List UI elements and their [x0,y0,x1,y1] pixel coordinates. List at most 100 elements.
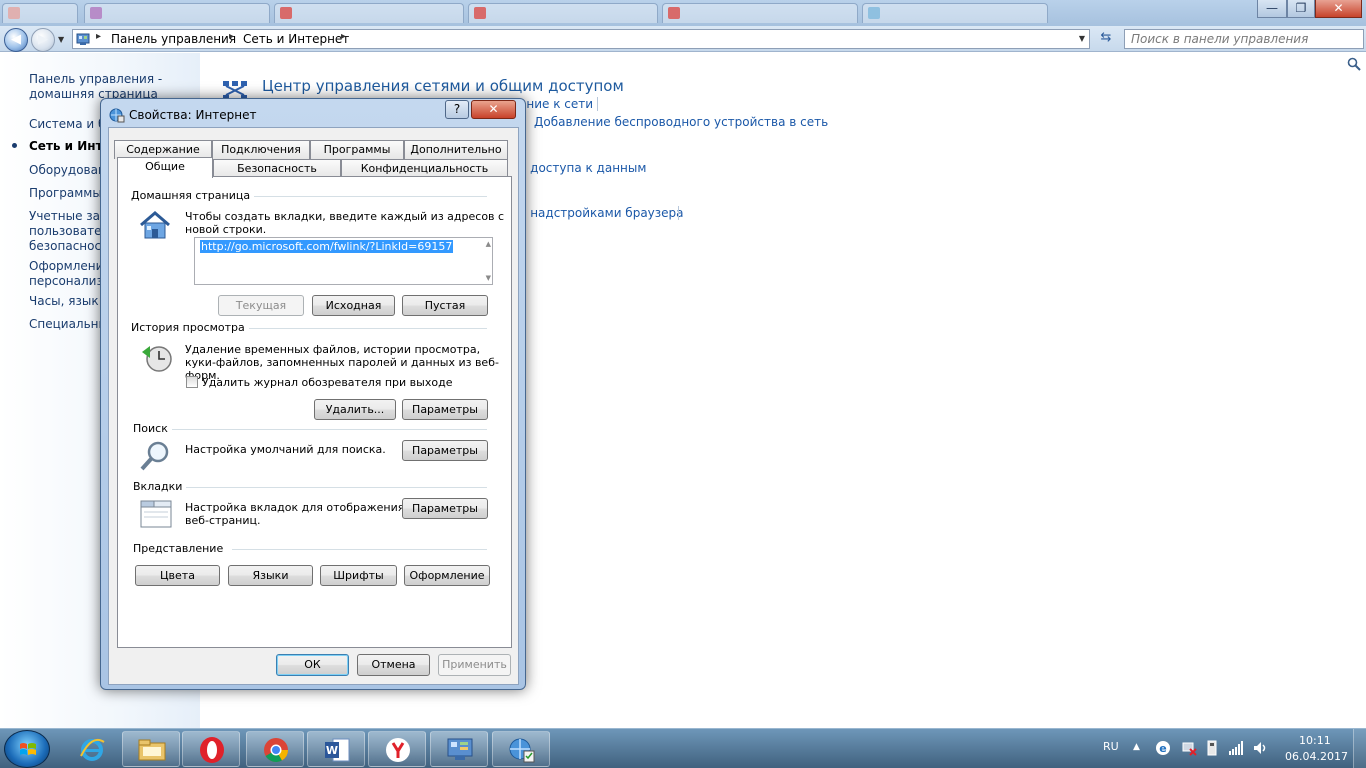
signal-strength-icon[interactable] [1228,740,1244,756]
taskbar-yandex-button[interactable] [368,731,426,767]
use-blank-button[interactable]: Пустая [402,295,488,316]
group-divider [223,196,487,197]
nav-ease-of-access[interactable]: Специальны [29,317,108,331]
background-tab[interactable] [468,3,658,23]
search-icon[interactable] [1347,57,1361,71]
network-sharing-center-title[interactable]: Центр управления сетями и общим доступом [262,77,624,95]
scroll-up-icon[interactable]: ▲ [486,240,491,248]
delete-history-on-exit-label[interactable]: Удалить журнал обозревателя при выходе [202,376,452,389]
background-tab[interactable] [862,3,1048,23]
minimize-button[interactable]: — [1257,0,1287,18]
add-wireless-device-link[interactable]: Добавление беспроводного устройства в се… [534,115,828,129]
background-tab[interactable] [662,3,858,23]
crumb-separator-icon[interactable]: ▸ [229,31,234,42]
svg-text:e: e [1159,742,1166,755]
tab-connections[interactable]: Подключения [212,140,310,159]
search-magnifier-icon [140,441,169,471]
general-tab-panel: Домашняя страница Чтобы создать вкладки,… [117,176,512,648]
scroll-down-icon[interactable]: ▼ [486,274,491,282]
group-divider [180,487,487,488]
ok-button[interactable]: ОК [276,654,349,676]
show-hidden-icons-icon[interactable]: ▲ [1133,742,1140,752]
background-tab[interactable] [2,3,78,23]
taskbar-word-button[interactable]: W [307,731,365,767]
taskbar-opera-button[interactable] [182,731,240,767]
tabs-settings-button[interactable]: Параметры [402,498,488,519]
nav-programs[interactable]: Программы [29,186,102,200]
antivirus-tray-icon[interactable]: e [1155,740,1171,756]
crumb-separator-icon[interactable]: ▸ [341,31,346,42]
nav-user-accounts-2[interactable]: пользовате [29,224,101,238]
show-desktop-button[interactable] [1353,729,1366,768]
nav-appearance-2[interactable]: персонализа [29,274,110,288]
browser-addons-link[interactable]: е надстройками браузера [519,206,684,220]
fonts-button[interactable]: Шрифты [320,565,397,586]
dialog-close-button[interactable]: ✕ [471,100,516,119]
tabs-description-line2: веб-страниц. [185,514,261,527]
tab-general[interactable]: Общие [117,157,213,178]
history-clock-icon [142,346,172,372]
breadcrumb-network-internet[interactable]: Сеть и Интернет [243,32,349,46]
network-disconnected-icon[interactable] [1181,740,1197,756]
taskbar-control-panel-button[interactable] [430,731,488,767]
internet-options-icon [109,108,125,123]
close-button[interactable]: ✕ [1315,0,1362,18]
home-page-hint-line1: Чтобы создать вкладки, введите каждый из… [185,210,505,223]
taskbar-internet-options-button[interactable] [492,731,550,767]
chrome-icon [264,738,288,763]
home-page-url-input[interactable]: http://go.microsoft.com/fwlink/?LinkId=6… [194,237,493,285]
refresh-icon[interactable]: ⇆ [1095,30,1117,48]
search-settings-button[interactable]: Параметры [402,440,488,461]
group-divider [230,328,487,329]
breadcrumb-control-panel[interactable]: Панель управления [111,32,236,46]
taskbar: W RU ▲ e 10:11 06.04.2017 [0,728,1366,768]
title-bar: — ❐ ✕ [0,0,1366,26]
help-button[interactable]: ? [445,100,469,119]
taskbar-ie-button[interactable] [62,731,120,767]
background-tab[interactable] [274,3,464,23]
search-description: Настройка умолчаний для поиска. [185,443,386,456]
use-default-button[interactable]: Исходная [312,295,395,316]
accessibility-button[interactable]: Оформление [404,565,490,586]
address-dropdown-icon[interactable]: ▼ [1079,34,1085,43]
address-field[interactable]: ▸ Панель управления ▸ Сеть и Интернет ▸ … [72,29,1090,49]
taskbar-explorer-button[interactable] [122,731,180,767]
volume-icon[interactable] [1252,740,1268,756]
nav-clock-language[interactable]: Часы, язык и [29,294,110,308]
data-access-link[interactable]: о доступа к данным [519,161,646,175]
back-button[interactable]: ◀ [4,28,28,52]
home-page-group-label: Домашняя страница [131,189,255,202]
forward-button[interactable]: ▶ [31,28,55,52]
search-input[interactable]: Поиск в панели управления [1124,29,1364,49]
use-current-button[interactable]: Текущая [218,295,304,316]
connect-to-network-link[interactable]: ение к сети [519,97,593,111]
taskbar-chrome-button[interactable] [246,731,304,767]
tab-programs[interactable]: Программы [310,140,404,159]
tab-advanced[interactable]: Дополнительно [404,140,508,159]
clock-time[interactable]: 10:11 [1299,734,1331,747]
nav-appearance[interactable]: Оформление [29,259,111,273]
home-icon [140,211,170,239]
group-divider [232,549,487,550]
nav-hardware[interactable]: Оборудован [29,163,106,177]
nav-user-accounts-3[interactable]: безопасност [29,239,108,253]
folder-icon [138,739,166,761]
colors-button[interactable]: Цвета [135,565,220,586]
clock-date[interactable]: 06.04.2017 [1285,750,1348,763]
recent-pages-arrow-icon[interactable]: ▼ [58,35,64,44]
background-tab[interactable] [84,3,270,23]
delete-history-on-exit-checkbox[interactable] [186,376,198,388]
maximize-button[interactable]: ❐ [1287,0,1315,18]
languages-button[interactable]: Языки [228,565,313,586]
link-separator [678,206,679,220]
history-settings-button[interactable]: Параметры [402,399,488,420]
crumb-separator-icon[interactable]: ▸ [96,31,101,42]
cancel-button[interactable]: Отмена [357,654,430,676]
usb-device-icon[interactable] [1205,740,1219,756]
tabs-description-line1: Настройка вкладок для отображения [185,501,405,514]
start-button[interactable] [4,730,50,768]
nav-control-panel-home[interactable]: Панель управления - [29,72,162,86]
delete-history-button[interactable]: Удалить... [314,399,396,420]
language-indicator[interactable]: RU [1103,740,1119,753]
apply-button[interactable]: Применить [438,654,511,676]
